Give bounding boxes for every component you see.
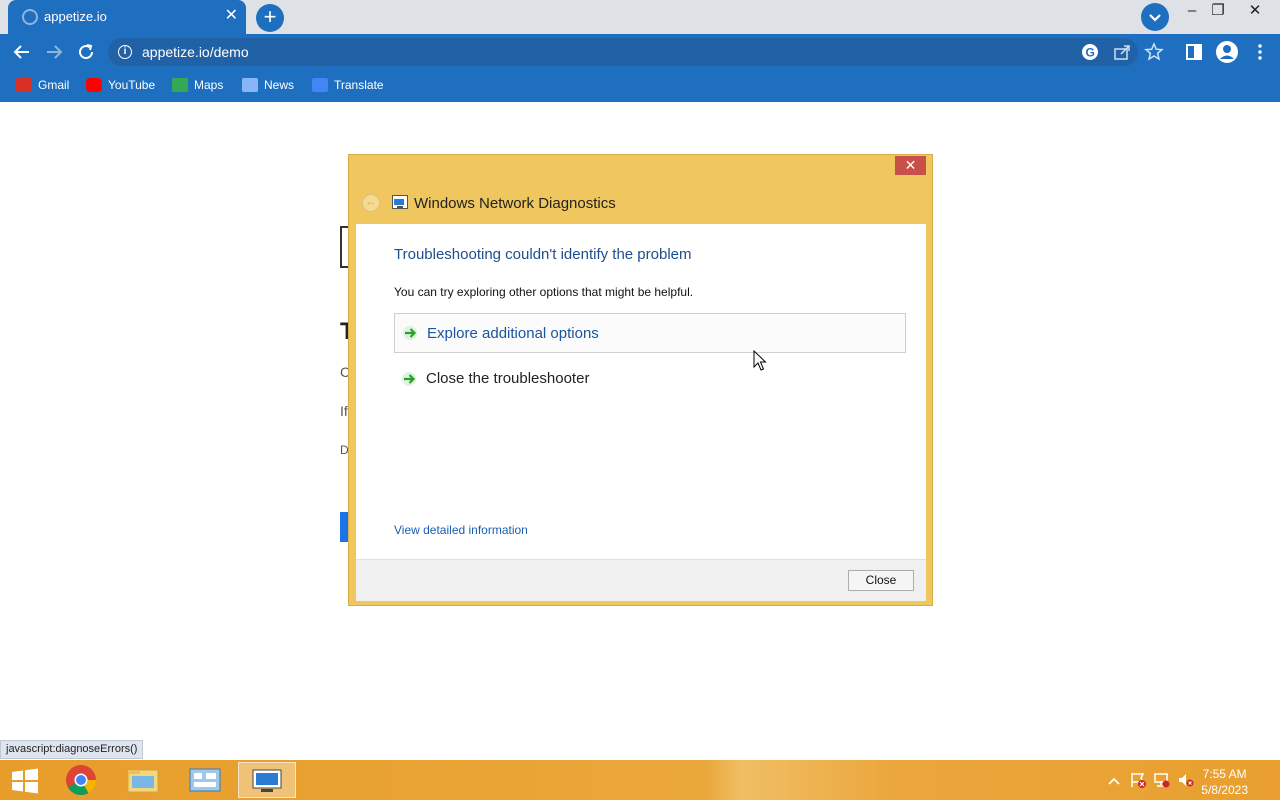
clock-time: 7:55 AM [1202,767,1247,781]
taskbar-network-diagnostics[interactable] [238,762,296,798]
share-icon[interactable] [1112,42,1132,62]
bookmarks-bar: Gmail YouTube Maps News Translate [0,70,1280,102]
tab-title: appetize.io [44,9,107,24]
bookmark-label: Gmail [38,78,70,92]
menu-kebab-icon[interactable] [1250,42,1270,62]
info-icon[interactable]: i [118,45,132,59]
back-button[interactable] [10,40,34,64]
reload-button[interactable] [74,40,98,64]
new-tab-button[interactable]: + [256,4,284,32]
reload-icon [79,44,94,60]
status-bar: javascript:diagnoseErrors() [0,740,144,759]
chevron-down-icon [1149,14,1161,22]
dialog-heading: Troubleshooting couldn't identify the pr… [394,246,692,263]
taskbar-chrome[interactable] [53,762,109,798]
close-troubleshooter-link[interactable]: Close the troubleshooter [394,360,906,400]
dialog-back-button[interactable]: ← [362,194,380,212]
taskbar-file-explorer[interactable] [115,762,171,798]
bookmark-label: News [264,78,295,92]
dialog-subtext: You can try exploring other options that… [394,285,694,299]
network-diagnostics-icon [252,769,282,792]
browser-toolbar: i appetize.io/demo G [0,34,1280,70]
bookmark-label: Translate [334,78,384,92]
green-arrow-icon [403,326,417,340]
system-clock[interactable]: 7:55 AM 5/8/2023 [1201,766,1248,798]
start-button[interactable] [0,762,50,798]
restore-button[interactable]: ❐ [1203,0,1233,24]
tab-strip: appetize.io ✕ + – ❐ ✕ [0,0,1280,34]
gmail-icon [16,78,32,92]
side-panel-icon[interactable] [1184,42,1204,62]
youtube-icon [86,78,102,92]
option-label: Close the troubleshooter [426,370,590,387]
page-text-fragment: If [340,403,348,419]
windows-logo-icon [12,768,38,794]
green-arrow-icon [402,372,416,386]
bookmark-label: Maps [194,78,224,92]
taskbar: 7:55 AM 5/8/2023 [0,760,1280,800]
control-panel-icon [189,768,221,792]
star-icon[interactable] [1144,42,1164,62]
window-close-button[interactable]: ✕ [1240,0,1270,24]
bookmark-news[interactable]: News [242,76,294,96]
arrow-left-icon [13,45,29,59]
dialog-title: Windows Network Diagnostics [414,195,616,212]
show-hidden-icons-chevron-icon[interactable] [1108,774,1124,790]
close-button[interactable]: Close [848,570,914,591]
news-icon [242,78,258,92]
dialog-footer: Close [356,559,926,601]
tab-close-button[interactable]: ✕ [225,7,238,25]
bookmark-gmail[interactable]: Gmail [16,76,69,96]
svg-text:G: G [1086,46,1095,60]
google-icon[interactable]: G [1080,42,1100,62]
taskbar-control-panel[interactable] [177,762,233,798]
bookmark-label: YouTube [108,78,156,92]
url-text: appetize.io/demo [142,44,249,60]
bookmark-maps[interactable]: Maps [172,76,223,96]
volume-muted-icon[interactable] [1177,772,1194,788]
chrome-icon [66,765,96,796]
address-bar[interactable]: i appetize.io/demo [108,38,1138,66]
browser-tab[interactable]: appetize.io ✕ [8,0,246,34]
maps-icon [172,78,188,92]
dialog-body: Troubleshooting couldn't identify the pr… [356,224,926,559]
network-status-icon[interactable] [1153,772,1170,788]
clock-date: 5/8/2023 [1201,783,1248,797]
bookmark-translate[interactable]: Translate [312,76,384,96]
folder-icon [127,769,159,793]
action-center-flag-icon[interactable] [1130,772,1146,788]
network-diagnostics-dialog: ✕ ← Windows Network Diagnostics Troubles… [348,154,933,606]
dialog-close-button[interactable]: ✕ [895,156,926,175]
globe-icon [22,9,38,25]
arrow-right-icon [47,45,63,59]
profile-avatar-icon[interactable] [1215,40,1239,64]
forward-button[interactable] [42,40,66,64]
bookmark-youtube[interactable]: YouTube [86,76,155,96]
mouse-cursor-icon [753,350,767,371]
network-diagnostics-icon [392,195,408,209]
tab-search-button[interactable] [1141,3,1169,31]
option-label: Explore additional options [427,325,599,342]
explore-options-link[interactable]: Explore additional options [394,313,906,353]
view-detailed-info-link[interactable]: View detailed information [394,523,528,537]
translate-icon [312,78,328,92]
